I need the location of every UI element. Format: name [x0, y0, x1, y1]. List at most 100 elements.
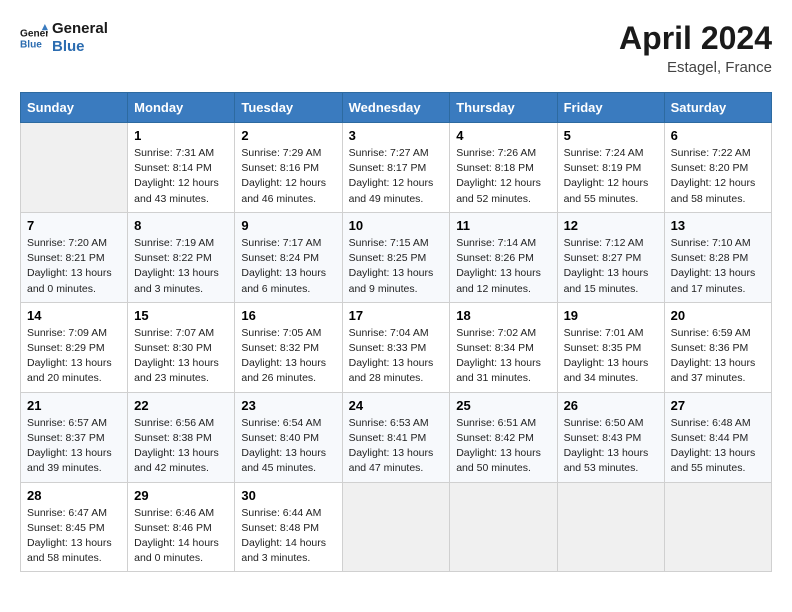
day-number: 5	[564, 128, 658, 143]
day-number: 6	[671, 128, 765, 143]
day-number: 20	[671, 308, 765, 323]
day-info: Sunrise: 7:10 AMSunset: 8:28 PMDaylight:…	[671, 236, 765, 297]
day-cell: 24Sunrise: 6:53 AMSunset: 8:41 PMDayligh…	[342, 392, 450, 482]
day-info: Sunrise: 6:57 AMSunset: 8:37 PMDaylight:…	[27, 416, 121, 477]
day-cell: 27 Sunrise: 6:48 AMSunset: 8:44 PMDayligh…	[664, 392, 771, 482]
day-number: 7	[27, 218, 121, 233]
day-cell: 21 Sunrise: 6:57 AMSunset: 8:37 PMDayligh…	[21, 392, 128, 482]
col-header-tuesday: Tuesday	[235, 93, 342, 123]
day-cell: 1 Sunrise: 7:31 AMSunset: 8:14 PMDaylight…	[128, 123, 235, 213]
col-header-wednesday: Wednesday	[342, 93, 450, 123]
day-info: Sunrise: 6:54 AMSunset: 8:40 PMDaylight:…	[241, 416, 335, 477]
day-cell: 9 Sunrise: 7:17 AMSunset: 8:24 PMDaylight…	[235, 212, 342, 302]
svg-text:Blue: Blue	[20, 39, 42, 50]
logo-text: General Blue	[52, 20, 108, 56]
day-number: 13	[671, 218, 765, 233]
day-info: Sunrise: 7:17 AMSunset: 8:24 PMDaylight:…	[241, 236, 335, 297]
day-number: 12	[564, 218, 658, 233]
day-number: 30	[241, 488, 335, 503]
col-header-thursday: Thursday	[450, 93, 557, 123]
day-number: 28	[27, 488, 121, 503]
day-info: Sunrise: 6:48 AMSunset: 8:44 PMDaylight:…	[671, 416, 765, 477]
title-block: April 2024 Estagel, France	[619, 20, 772, 76]
col-header-saturday: Saturday	[664, 93, 771, 123]
day-info: Sunrise: 6:53 AMSunset: 8:41 PMDaylight:…	[349, 416, 444, 477]
day-info: Sunrise: 7:15 AMSunset: 8:25 PMDaylight:…	[349, 236, 444, 297]
day-cell: 15 Sunrise: 7:07 AMSunset: 8:30 PMDayligh…	[128, 302, 235, 392]
day-cell: 30 Sunrise: 6:44 AMSunset: 8:48 PMDayligh…	[235, 482, 342, 572]
day-info: Sunrise: 7:31 AMSunset: 8:14 PMDaylight:…	[134, 146, 228, 207]
day-cell: 28 Sunrise: 6:47 AMSunset: 8:45 PMDayligh…	[21, 482, 128, 572]
day-number: 21	[27, 398, 121, 413]
day-number: 9	[241, 218, 335, 233]
day-info: Sunrise: 7:27 AMSunset: 8:17 PMDaylight:…	[349, 146, 444, 207]
day-info: Sunrise: 6:44 AMSunset: 8:48 PMDaylight:…	[241, 506, 335, 567]
day-cell	[450, 482, 557, 572]
day-number: 4	[456, 128, 550, 143]
day-cell: 29 Sunrise: 6:46 AMSunset: 8:46 PMDayligh…	[128, 482, 235, 572]
day-cell: 12 Sunrise: 7:12 AMSunset: 8:27 PMDayligh…	[557, 212, 664, 302]
day-info: Sunrise: 7:01 AMSunset: 8:35 PMDaylight:…	[564, 326, 658, 387]
day-cell: 17 Sunrise: 7:04 AMSunset: 8:33 PMDayligh…	[342, 302, 450, 392]
day-cell: 11Sunrise: 7:14 AMSunset: 8:26 PMDayligh…	[450, 212, 557, 302]
day-number: 19	[564, 308, 658, 323]
day-cell: 3Sunrise: 7:27 AMSunset: 8:17 PMDaylight…	[342, 123, 450, 213]
day-info: Sunrise: 6:59 AMSunset: 8:36 PMDaylight:…	[671, 326, 765, 387]
day-cell	[21, 123, 128, 213]
day-number: 11	[456, 218, 550, 233]
day-number: 22	[134, 398, 228, 413]
header-row: SundayMondayTuesdayWednesdayThursdayFrid…	[21, 93, 772, 123]
day-info: Sunrise: 6:51 AMSunset: 8:42 PMDaylight:…	[456, 416, 550, 477]
day-number: 10	[349, 218, 444, 233]
day-info: Sunrise: 7:22 AMSunset: 8:20 PMDaylight:…	[671, 146, 765, 207]
col-header-monday: Monday	[128, 93, 235, 123]
day-number: 27	[671, 398, 765, 413]
day-cell: 5 Sunrise: 7:24 AMSunset: 8:19 PMDaylight…	[557, 123, 664, 213]
day-info: Sunrise: 7:05 AMSunset: 8:32 PMDaylight:…	[241, 326, 335, 387]
day-info: Sunrise: 7:07 AMSunset: 8:30 PMDaylight:…	[134, 326, 228, 387]
day-cell: 25 Sunrise: 6:51 AMSunset: 8:42 PMDayligh…	[450, 392, 557, 482]
day-cell: 6 Sunrise: 7:22 AMSunset: 8:20 PMDaylight…	[664, 123, 771, 213]
col-header-sunday: Sunday	[21, 93, 128, 123]
day-cell: 22Sunrise: 6:56 AMSunset: 8:38 PMDayligh…	[128, 392, 235, 482]
day-info: Sunrise: 7:04 AMSunset: 8:33 PMDaylight:…	[349, 326, 444, 387]
day-number: 1	[134, 128, 228, 143]
subtitle: Estagel, France	[619, 59, 772, 76]
day-info: Sunrise: 6:50 AMSunset: 8:43 PMDaylight:…	[564, 416, 658, 477]
day-number: 17	[349, 308, 444, 323]
day-info: Sunrise: 6:47 AMSunset: 8:45 PMDaylight:…	[27, 506, 121, 567]
day-cell: 2Sunrise: 7:29 AMSunset: 8:16 PMDaylight…	[235, 123, 342, 213]
day-cell: 7Sunrise: 7:20 AMSunset: 8:21 PMDaylight…	[21, 212, 128, 302]
day-number: 8	[134, 218, 228, 233]
day-cell	[557, 482, 664, 572]
page-header: General Blue General Blue April 2024 Est…	[20, 20, 772, 76]
day-cell: 20 Sunrise: 6:59 AMSunset: 8:36 PMDayligh…	[664, 302, 771, 392]
day-number: 2	[241, 128, 335, 143]
day-cell: 13 Sunrise: 7:10 AMSunset: 8:28 PMDayligh…	[664, 212, 771, 302]
week-row-3: 14 Sunrise: 7:09 AMSunset: 8:29 PMDayligh…	[21, 302, 772, 392]
day-cell: 23Sunrise: 6:54 AMSunset: 8:40 PMDayligh…	[235, 392, 342, 482]
day-cell: 10 Sunrise: 7:15 AMSunset: 8:25 PMDayligh…	[342, 212, 450, 302]
day-info: Sunrise: 7:09 AMSunset: 8:29 PMDaylight:…	[27, 326, 121, 387]
day-cell: 4 Sunrise: 7:26 AMSunset: 8:18 PMDaylight…	[450, 123, 557, 213]
calendar-table: SundayMondayTuesdayWednesdayThursdayFrid…	[20, 92, 772, 572]
day-cell: 26Sunrise: 6:50 AMSunset: 8:43 PMDayligh…	[557, 392, 664, 482]
day-cell: 19 Sunrise: 7:01 AMSunset: 8:35 PMDayligh…	[557, 302, 664, 392]
day-number: 15	[134, 308, 228, 323]
day-info: Sunrise: 7:24 AMSunset: 8:19 PMDaylight:…	[564, 146, 658, 207]
day-number: 25	[456, 398, 550, 413]
day-info: Sunrise: 7:12 AMSunset: 8:27 PMDaylight:…	[564, 236, 658, 297]
day-number: 18	[456, 308, 550, 323]
day-number: 14	[27, 308, 121, 323]
day-cell	[342, 482, 450, 572]
day-info: Sunrise: 7:26 AMSunset: 8:18 PMDaylight:…	[456, 146, 550, 207]
day-cell: 14 Sunrise: 7:09 AMSunset: 8:29 PMDayligh…	[21, 302, 128, 392]
week-row-4: 21 Sunrise: 6:57 AMSunset: 8:37 PMDayligh…	[21, 392, 772, 482]
logo: General Blue General Blue	[20, 20, 108, 56]
day-number: 29	[134, 488, 228, 503]
main-title: April 2024	[619, 20, 772, 57]
day-cell: 16Sunrise: 7:05 AMSunset: 8:32 PMDayligh…	[235, 302, 342, 392]
day-info: Sunrise: 6:46 AMSunset: 8:46 PMDaylight:…	[134, 506, 228, 567]
day-cell	[664, 482, 771, 572]
week-row-2: 7Sunrise: 7:20 AMSunset: 8:21 PMDaylight…	[21, 212, 772, 302]
